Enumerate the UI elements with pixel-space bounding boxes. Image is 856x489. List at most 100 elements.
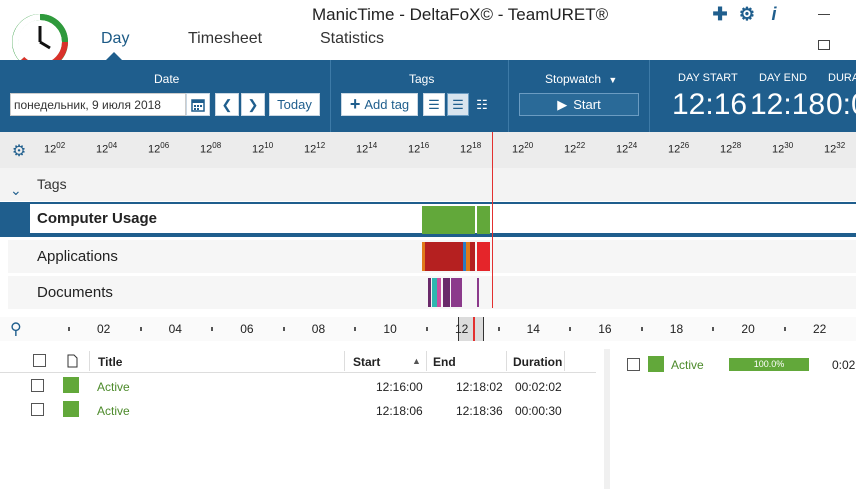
plus-icon: + — [349, 94, 361, 114]
list-view-button[interactable]: ☰ — [423, 93, 445, 116]
today-button[interactable]: Today — [269, 93, 320, 116]
previous-day-button[interactable]: ❮ — [215, 93, 239, 116]
track-documents[interactable]: Documents — [0, 276, 856, 309]
ruler-label: 1206 — [148, 141, 169, 156]
ruler-minute: 10 — [264, 141, 274, 150]
stopwatch-start-button[interactable]: ▶ Start — [519, 93, 639, 116]
list-icon: ☰ — [428, 96, 440, 112]
overview-tick — [68, 327, 70, 331]
add-tag-button[interactable]: + Add tag — [341, 93, 418, 116]
row-color-swatch — [63, 401, 79, 417]
usage-segment-active[interactable] — [477, 206, 490, 234]
table-row[interactable]: Active 12:16:00 12:18:02 00:02:02 — [0, 374, 596, 398]
list-header: Title Start ▲ End Duration — [0, 349, 596, 373]
row-checkbox[interactable] — [31, 403, 44, 416]
column-duration[interactable]: Duration — [513, 355, 562, 369]
ruler-label: 1228 — [720, 141, 741, 156]
row-checkbox[interactable] — [31, 379, 44, 392]
info-icon[interactable]: i — [764, 4, 784, 24]
calendar-button[interactable] — [186, 93, 210, 116]
plugin-icon[interactable]: ✚ — [710, 4, 730, 24]
chevron-left-icon: ❮ — [221, 96, 233, 112]
overview-tick — [354, 327, 357, 331]
next-day-button[interactable]: ❯ — [241, 93, 265, 116]
select-all-checkbox[interactable] — [33, 354, 46, 367]
tab-statistics[interactable]: Statistics — [320, 30, 384, 48]
tags-timeline-row: ⌄ Tags — [0, 168, 856, 201]
day-start-value: 12:16 — [672, 88, 748, 121]
toolbar-divider — [508, 60, 509, 132]
overview-tick — [426, 327, 428, 331]
ruler-label: 1204 — [96, 141, 117, 156]
gear-icon[interactable]: ⚙ — [737, 4, 757, 24]
document-segment[interactable] — [428, 278, 431, 307]
document-segment[interactable] — [443, 278, 450, 307]
overview-hour-label: 20 — [741, 322, 755, 336]
ruler-hour: 12 — [356, 143, 369, 156]
table-row[interactable]: Active 12:18:06 12:18:36 00:00:30 — [0, 398, 596, 422]
ruler-hour: 12 — [252, 143, 265, 156]
overview-hour-label: 10 — [383, 322, 397, 336]
day-start-label: DAY START — [678, 72, 738, 84]
ruler-label: 1220 — [512, 141, 533, 156]
overview-tick — [640, 327, 643, 331]
ruler-label: 1222 — [564, 141, 585, 156]
day-overview-strip[interactable]: 02 04 06 08 10 12 14 16 18 20 22 — [0, 317, 856, 341]
bullet-list-icon: ☷ — [476, 96, 488, 112]
ruler-minute: 06 — [160, 141, 170, 150]
ruler-hour: 12 — [304, 143, 317, 156]
ruler-minute: 20 — [524, 141, 534, 150]
ruler-minute: 04 — [108, 141, 118, 150]
app-title: ManicTime - DeltaFoX© - TeamURET® — [312, 5, 609, 24]
summary-checkbox[interactable] — [627, 358, 640, 371]
ruler-label: 1218 — [460, 141, 481, 156]
app-segment[interactable] — [425, 242, 463, 271]
ruler-minute: 18 — [472, 141, 482, 150]
track-applications[interactable]: Applications — [0, 240, 856, 273]
track-computer-usage[interactable]: Computer Usage — [0, 202, 856, 237]
column-divider — [344, 351, 345, 371]
ruler-minute: 02 — [56, 141, 66, 150]
overview-tick — [211, 327, 214, 331]
tags-section-label: Tags — [409, 72, 435, 86]
column-title[interactable]: Title — [98, 355, 122, 369]
column-end[interactable]: End — [433, 355, 456, 369]
ruler-minute: 16 — [420, 141, 430, 150]
document-segment[interactable] — [437, 278, 441, 307]
ruler-label: 1202 — [44, 141, 65, 156]
minimize-button[interactable] — [818, 14, 830, 15]
ruler-label: 1230 — [772, 141, 793, 156]
progress-text: 100.0% — [753, 359, 785, 369]
summary-duration: 0:02:3 — [832, 358, 856, 372]
date-field[interactable]: понедельник, 9 июля 2018 — [10, 93, 186, 116]
search-icon[interactable]: ⚲ — [10, 319, 22, 339]
start-label: Start — [573, 97, 601, 112]
overview-hour-label: 18 — [669, 322, 684, 336]
timeline-settings-gear-icon[interactable]: ⚙ — [10, 143, 28, 161]
tab-day[interactable]: Day — [101, 30, 129, 48]
app-segment[interactable] — [477, 242, 490, 271]
chevron-down-icon[interactable]: ⌄ — [10, 182, 22, 199]
overview-tick — [282, 327, 285, 331]
toolbar-divider — [330, 60, 331, 132]
ruler-minute: 32 — [836, 141, 846, 150]
document-segment[interactable] — [477, 278, 479, 307]
column-start[interactable]: Start — [353, 355, 380, 369]
stopwatch-dropdown[interactable]: Stopwatch ▼ — [545, 72, 617, 86]
row-start: 12:16:00 — [376, 380, 423, 394]
bullet-list-view-button[interactable]: ☷ — [471, 93, 493, 116]
overview-tick — [569, 327, 572, 331]
document-segment[interactable] — [451, 278, 462, 307]
maximize-button[interactable] — [818, 40, 830, 50]
day-end-label: DAY END — [759, 72, 807, 84]
compact-list-view-button[interactable]: ☰ — [447, 93, 469, 116]
tab-timesheet[interactable]: Timesheet — [188, 30, 262, 48]
usage-segment-active[interactable] — [422, 206, 475, 234]
column-divider — [426, 351, 427, 371]
overview-tick — [712, 327, 715, 331]
ruler-hour: 12 — [408, 143, 421, 156]
activity-list: Title Start ▲ End Duration Active 12:16:… — [0, 349, 596, 489]
ruler-minute: 28 — [732, 141, 742, 150]
play-icon: ▶ — [557, 96, 568, 112]
app-segment[interactable] — [470, 242, 475, 271]
